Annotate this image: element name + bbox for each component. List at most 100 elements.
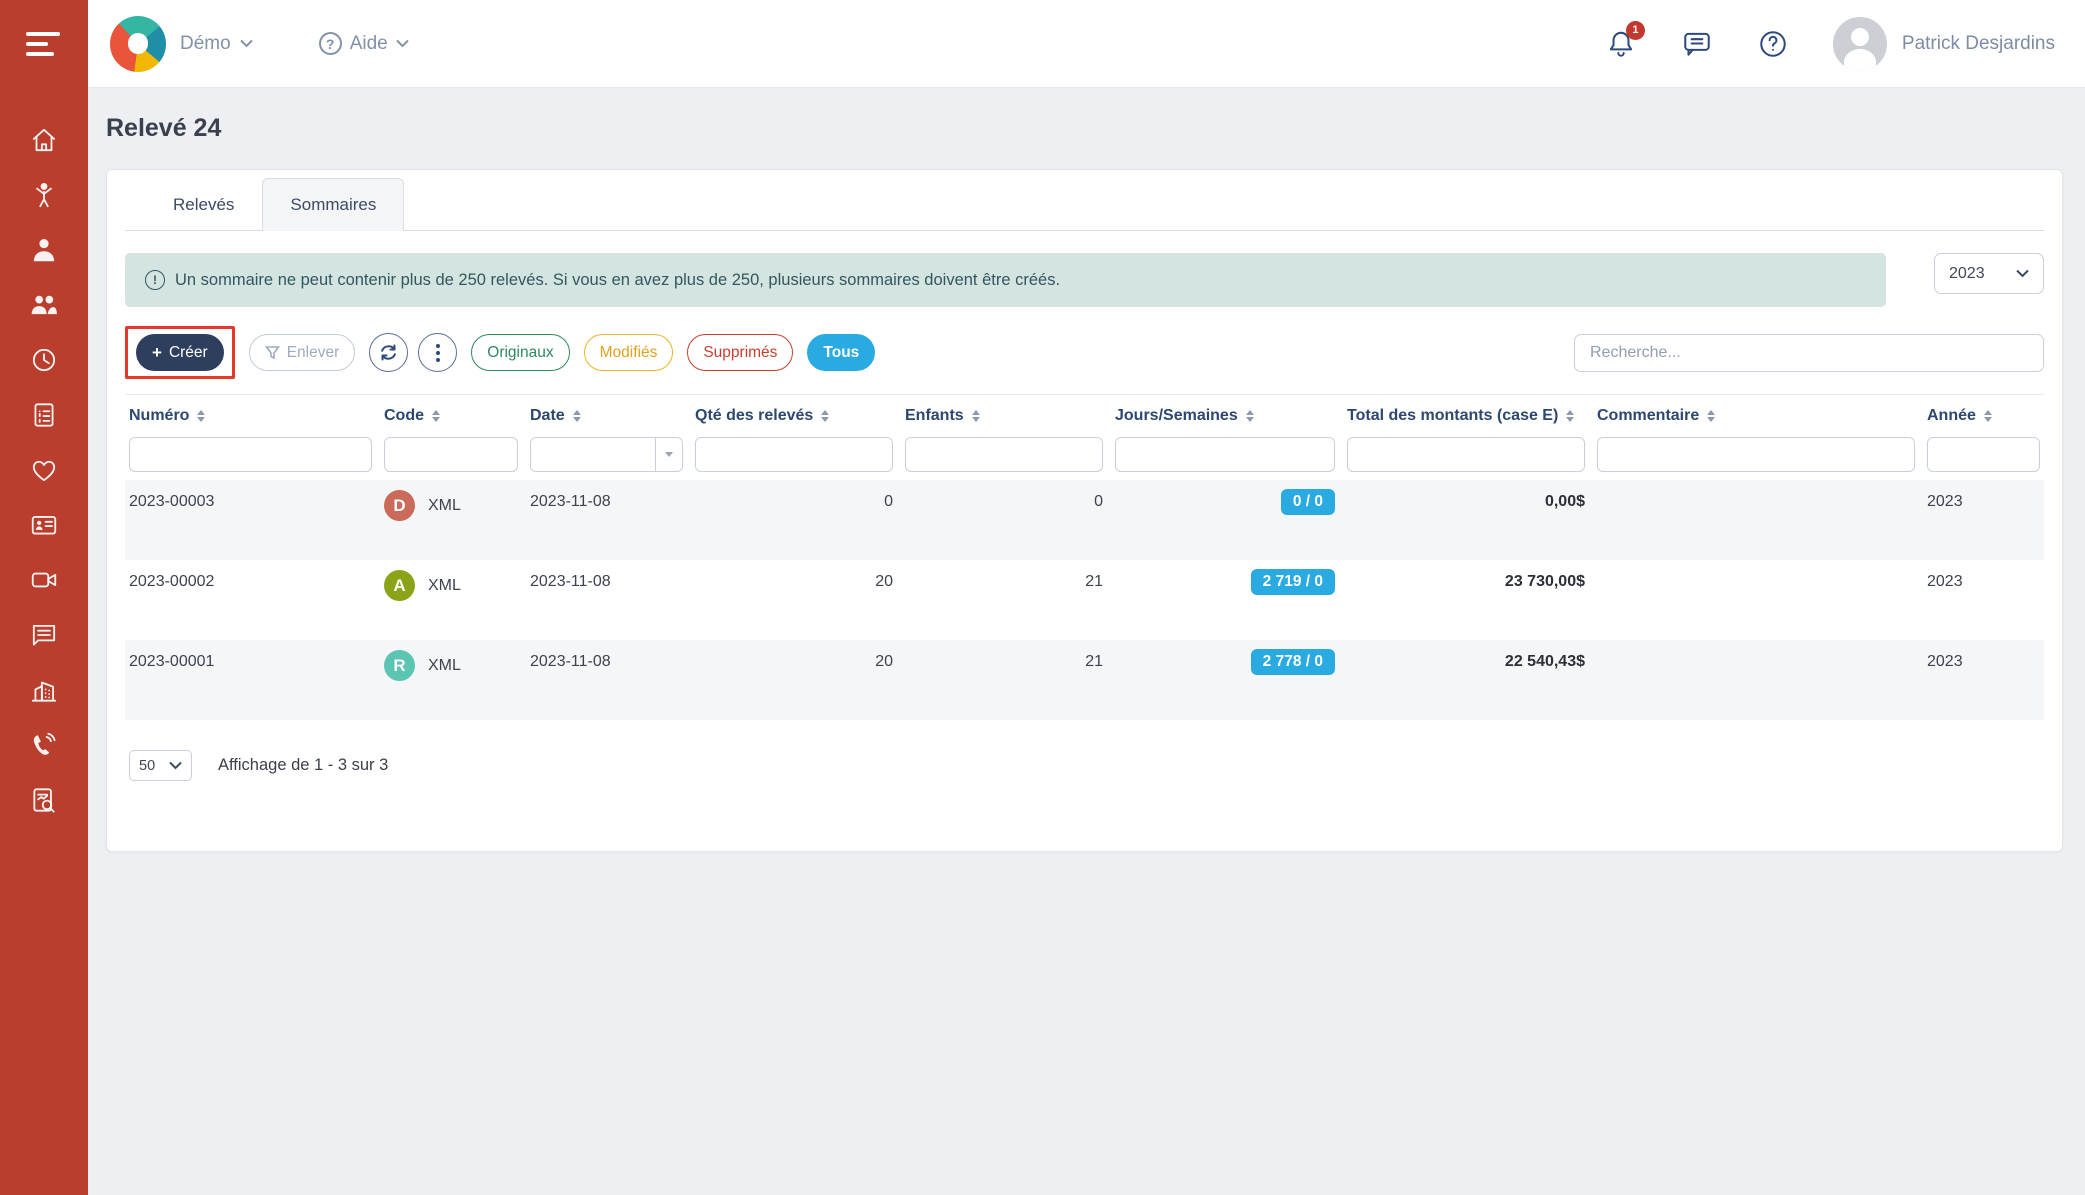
topbar-actions: 1 Patrick Desjardins xyxy=(1605,17,2055,71)
column-header-date[interactable]: Date xyxy=(530,407,683,425)
sidebar-item-families[interactable] xyxy=(0,277,88,332)
menu-toggle-button[interactable] xyxy=(0,0,88,88)
filter-code-input[interactable] xyxy=(384,437,518,472)
filter-qte-input[interactable] xyxy=(695,437,893,472)
sidebar-item-calls[interactable] xyxy=(0,717,88,772)
sort-icon xyxy=(573,410,581,422)
sort-icon xyxy=(821,410,829,422)
cell-enfants: 0 xyxy=(905,493,1103,511)
tab-bar: Relevés Sommaires xyxy=(125,178,2044,231)
cell-code: R XML xyxy=(384,650,518,681)
hamburger-icon xyxy=(26,32,60,36)
filter-total-input[interactable] xyxy=(1347,437,1585,472)
support-button[interactable] xyxy=(1757,28,1789,60)
plus-icon: + xyxy=(152,343,162,363)
cell-annee: 2023 xyxy=(1927,573,2040,591)
building-icon xyxy=(29,675,59,705)
code-letter-badge: A xyxy=(384,570,415,601)
pagination: 50 Affichage de 1 - 3 sur 3 xyxy=(125,750,2044,781)
filter-deleted-button[interactable]: Supprimés xyxy=(687,334,793,371)
create-button-label: Créer xyxy=(169,344,208,362)
banner-row: ! Un sommaire ne peut contenir plus de 2… xyxy=(125,253,2044,307)
video-camera-icon xyxy=(29,565,59,595)
filter-row xyxy=(125,437,2044,480)
column-header-annee[interactable]: Année xyxy=(1927,407,2040,425)
filter-commentaire-input[interactable] xyxy=(1597,437,1915,472)
filter-enfants-input[interactable] xyxy=(905,437,1103,472)
cell-qte: 0 xyxy=(695,493,893,511)
table-row[interactable]: 2023-00002 A XML 2023-11-08 20 21 2 719 … xyxy=(125,560,2044,640)
sidebar-item-messages[interactable] xyxy=(0,607,88,662)
page-size-select[interactable]: 50 xyxy=(129,750,192,781)
messages-button[interactable] xyxy=(1681,28,1713,60)
child-icon xyxy=(29,180,59,210)
chevron-down-icon xyxy=(2016,269,2029,278)
date-filter-dropdown-button[interactable] xyxy=(655,438,682,471)
more-options-button[interactable] xyxy=(418,333,457,372)
filter-originals-button[interactable]: Originaux xyxy=(471,334,569,371)
cell-total: 22 540,43$ xyxy=(1347,653,1585,671)
filter-modified-button[interactable]: Modifiés xyxy=(584,334,674,371)
search-input[interactable] xyxy=(1574,334,2044,372)
sidebar-nav xyxy=(0,88,88,827)
year-select-value: 2023 xyxy=(1949,265,1985,283)
sidebar-item-camera[interactable] xyxy=(0,552,88,607)
table-row[interactable]: 2023-00001 R XML 2023-11-08 20 21 2 778 … xyxy=(125,640,2044,720)
column-header-numero[interactable]: Numéro xyxy=(129,407,372,425)
sidebar-item-contacts[interactable] xyxy=(0,497,88,552)
clock-icon xyxy=(29,345,59,375)
sidebar-item-schedule[interactable] xyxy=(0,332,88,387)
tab-releves[interactable]: Relevés xyxy=(145,178,262,231)
sort-icon xyxy=(972,410,980,422)
toolbar: + Créer Enlever Originaux xyxy=(125,333,2044,372)
table-header-row: Numéro Code Date Qté des relevés Enfants… xyxy=(125,395,2044,437)
refresh-button[interactable] xyxy=(369,333,408,372)
column-header-enfants[interactable]: Enfants xyxy=(905,407,1103,425)
column-header-qte[interactable]: Qté des relevés xyxy=(695,407,893,425)
chevron-down-icon xyxy=(396,39,409,48)
tab-sommaires[interactable]: Sommaires xyxy=(262,178,404,231)
column-header-total[interactable]: Total des montants (case E) xyxy=(1347,407,1585,425)
cell-qte: 20 xyxy=(695,573,893,591)
filter-jours-input[interactable] xyxy=(1115,437,1335,472)
filter-annee-input[interactable] xyxy=(1927,437,2040,472)
year-select[interactable]: 2023 xyxy=(1934,253,2044,294)
sidebar-item-organization[interactable] xyxy=(0,662,88,717)
page-size-value: 50 xyxy=(139,758,155,774)
help-menu[interactable]: ? Aide xyxy=(319,32,409,55)
filter-numero-input[interactable] xyxy=(129,437,372,472)
chevron-down-icon xyxy=(240,39,253,48)
help-menu-label: Aide xyxy=(350,33,388,55)
cell-qte: 20 xyxy=(695,653,893,671)
sidebar-item-billing[interactable] xyxy=(0,387,88,442)
sidebar-item-health[interactable] xyxy=(0,442,88,497)
annotation-highlight-box: + Créer xyxy=(125,326,235,379)
filter-date-input[interactable] xyxy=(531,438,655,471)
column-header-jours[interactable]: Jours/Semaines xyxy=(1115,407,1335,425)
filter-all-button[interactable]: Tous xyxy=(807,334,875,371)
sidebar-item-reports[interactable] xyxy=(0,772,88,827)
sidebar-item-children[interactable] xyxy=(0,167,88,222)
main-area: Démo ? Aide 1 xyxy=(88,0,2085,1195)
notifications-button[interactable]: 1 xyxy=(1605,28,1637,60)
topbar: Démo ? Aide 1 xyxy=(88,0,2085,88)
cell-numero: 2023-00003 xyxy=(129,493,372,511)
sort-icon xyxy=(1707,410,1715,422)
user-menu[interactable]: Patrick Desjardins xyxy=(1833,17,2055,71)
remove-button[interactable]: Enlever xyxy=(249,334,356,371)
sidebar-item-home[interactable] xyxy=(0,112,88,167)
chevron-down-icon xyxy=(169,761,182,770)
create-button[interactable]: + Créer xyxy=(136,334,224,371)
sidebar-item-staff[interactable] xyxy=(0,222,88,277)
funnel-icon xyxy=(265,345,280,360)
column-header-commentaire[interactable]: Commentaire xyxy=(1597,407,1915,425)
org-switcher[interactable]: Démo xyxy=(180,33,253,55)
table-row[interactable]: 2023-00003 D XML 2023-11-08 0 0 0 / 0 0,… xyxy=(125,480,2044,560)
sort-icon xyxy=(197,410,205,422)
info-banner: ! Un sommaire ne peut contenir plus de 2… xyxy=(125,253,1886,307)
jours-semaines-badge: 2 778 / 0 xyxy=(1251,649,1335,675)
column-header-code[interactable]: Code xyxy=(384,407,518,425)
cell-annee: 2023 xyxy=(1927,493,2040,511)
cell-code: A XML xyxy=(384,570,518,601)
sort-icon xyxy=(1566,410,1574,422)
